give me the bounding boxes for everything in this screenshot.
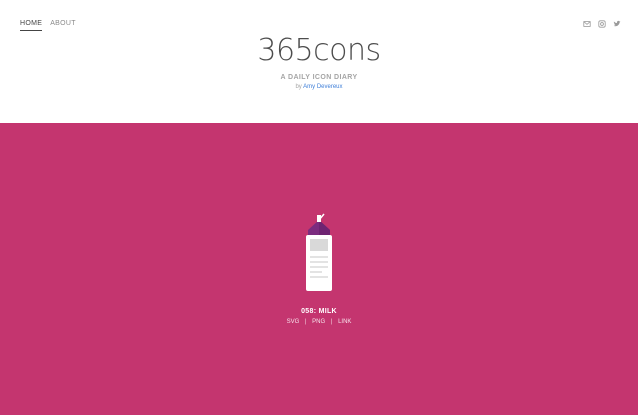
png-link[interactable]: PNG	[312, 319, 325, 325]
page: HOME ABOUT 365cons A DAILY ICON DIARY by…	[0, 0, 638, 415]
nav-about-link[interactable]: ABOUT	[50, 20, 76, 31]
featured-icon-panel: 058: MILK SVG | PNG | LINK	[0, 123, 638, 415]
separator: |	[304, 319, 307, 325]
top-nav: HOME ABOUT	[20, 20, 76, 31]
milk-carton-illustration	[306, 213, 332, 291]
tagline: A DAILY ICON DIARY	[280, 74, 358, 81]
nav-home-link[interactable]: HOME	[20, 20, 43, 31]
title-block: 365cons A DAILY ICON DIARY by Amy Devere…	[0, 33, 638, 90]
author-link[interactable]: Amy Devereux	[303, 84, 342, 90]
separator: |	[330, 319, 333, 325]
link-link[interactable]: LINK	[338, 319, 351, 325]
twitter-icon[interactable]	[613, 20, 621, 28]
header: HOME ABOUT 365cons A DAILY ICON DIARY by…	[0, 0, 638, 123]
byline: by Amy Devereux	[0, 84, 638, 90]
social-links	[583, 20, 621, 28]
byline-prefix: by	[295, 84, 302, 90]
milk-carton-icon	[302, 212, 336, 296]
instagram-icon[interactable]	[598, 20, 606, 28]
mail-icon[interactable]	[583, 20, 591, 28]
icon-title: 058: MILK	[301, 308, 337, 315]
download-links: SVG | PNG | LINK	[0, 319, 638, 325]
site-title: 365cons	[257, 33, 381, 68]
svg-link[interactable]: SVG	[287, 319, 300, 325]
icon-caption: 058: MILK SVG | PNG | LINK	[0, 308, 638, 325]
